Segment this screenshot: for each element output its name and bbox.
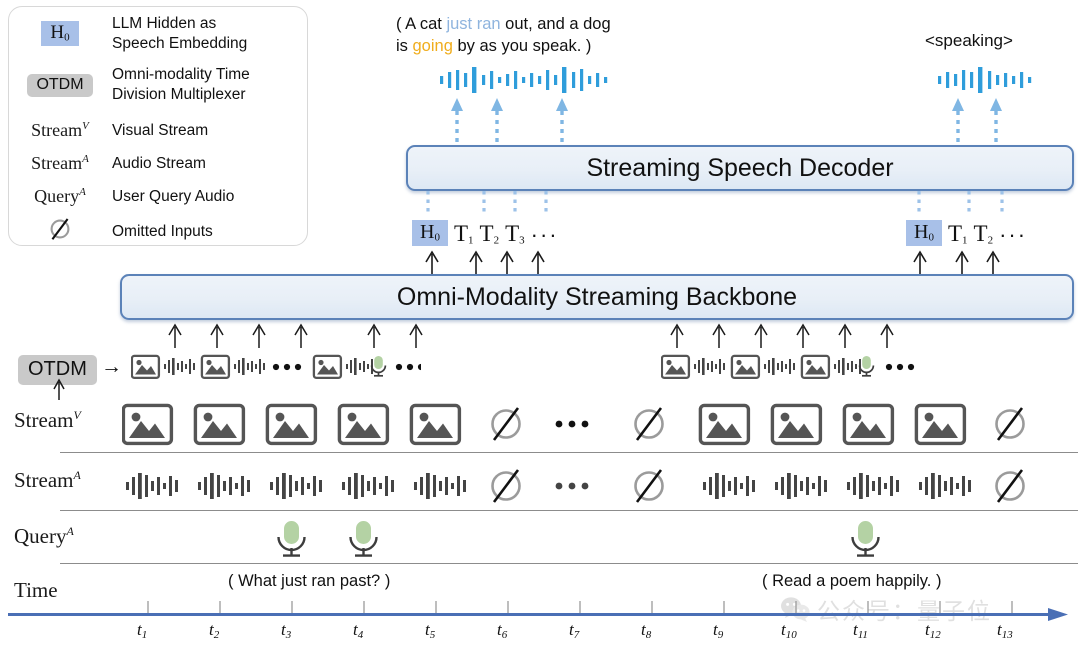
query-a-row (277, 521, 880, 557)
legend-label-omitted: Omitted Inputs (112, 222, 213, 240)
token-t2-left[interactable]: T2 (480, 222, 500, 246)
tick-label-t10: t10 (781, 620, 797, 641)
legend-symbol-omitted (8, 216, 112, 247)
legend-chip-otdm: OTDM (27, 73, 93, 97)
token-t2-right[interactable]: T2 (974, 222, 994, 246)
output-caption-right: <speaking> (925, 31, 1013, 50)
otdm-sequence-left (131, 354, 421, 380)
legend-symbol-query-a: QueryA (34, 186, 86, 206)
caption-highlight-going: going (412, 36, 453, 55)
tick-label-t4: t4 (353, 620, 364, 641)
legend-item-query-a: QueryA User Query Audio (8, 186, 308, 207)
legend-label-hidden: LLM Hidden as Speech Embedding (112, 15, 248, 52)
backbone-title: Omni-Modality Streaming Backbone (396, 282, 798, 311)
legend-symbol-stream-a: StreamA (31, 153, 89, 173)
token-hidden-right[interactable]: H0 (906, 220, 942, 247)
legend-label-query-a: User Query Audio (112, 187, 235, 205)
token-t1-left[interactable]: T1 (454, 222, 474, 246)
output-caption-left: ( A cat just ran out, and a dog is going… (396, 14, 611, 58)
divider-query-a (60, 563, 1078, 565)
decoder-output-arrows-right (952, 98, 1002, 142)
token-t1-right[interactable]: T1 (948, 222, 968, 246)
tick-label-t13: t13 (997, 620, 1013, 641)
decoder-output-arrows (451, 98, 568, 142)
token-ellipsis-left: ··· (530, 222, 559, 248)
token-t3-left[interactable]: T3 (505, 222, 525, 246)
legend-item-stream-v: StreamV Visual Stream (8, 120, 308, 141)
tick-label-t9: t9 (713, 620, 724, 641)
microphone-icon (851, 521, 880, 557)
diagram-root: H0 LLM Hidden as Speech Embedding OTDM Om… (0, 0, 1080, 647)
query-caption-left: ( What just ran past? ) (228, 572, 391, 590)
legend-item-stream-a: StreamA Audio Stream (8, 153, 308, 174)
stream-a-row (126, 469, 1025, 503)
legend-symbol-otdm: OTDM (8, 73, 112, 97)
tick-label-t2: t2 (209, 620, 220, 641)
legend-item-hidden: H0 LLM Hidden as Speech Embedding (8, 14, 308, 54)
tick-label-t7: t7 (569, 620, 580, 641)
legend-label-stream-v: Visual Stream (112, 121, 209, 139)
tick-label-t6: t6 (497, 620, 508, 641)
microphone-icon (858, 356, 875, 377)
row-label-query-a: QueryA (14, 524, 74, 548)
query-caption-right: ( Read a poem happily. ) (762, 572, 942, 590)
tick-label-t3: t3 (281, 620, 292, 641)
caption-post-1: out, and a dog (500, 15, 611, 33)
token-group-left: H0 T1 T2 T3 ··· (412, 220, 559, 248)
caption-highlight-just-ran: just ran (446, 15, 501, 33)
row-label-stream-v: StreamV (14, 408, 81, 432)
legend-symbol-h0: H0 (8, 21, 112, 47)
omitted-icon (491, 407, 521, 441)
row-label-time: Time (14, 578, 58, 602)
caption-pre-2: is (396, 36, 413, 55)
token-ellipsis-right: ··· (999, 222, 1028, 248)
backbone-to-token-arrows-right (913, 250, 1000, 276)
microphone-icon (370, 356, 387, 377)
streaming-speech-decoder-box[interactable]: Streaming Speech Decoder (406, 145, 1074, 191)
legend-item-omitted: Omitted Inputs (8, 216, 308, 247)
row-label-stream-a: StreamA (14, 468, 81, 492)
otdm-to-backbone-arrows (168, 323, 894, 348)
omitted-icon (634, 407, 664, 441)
microphone-icon (349, 521, 378, 557)
omitted-icon (995, 407, 1025, 441)
legend-label-otdm: Omni-modality Time Division Multiplexer (112, 66, 250, 103)
otdm-sequence-right (661, 354, 915, 380)
backbone-to-token-arrows-left (425, 250, 545, 276)
omitted-icon (50, 218, 70, 240)
tick-label-t5: t5 (425, 620, 436, 641)
token-hidden-left[interactable]: H0 (412, 220, 448, 247)
tick-label-t11: t11 (853, 620, 868, 641)
token-to-decoder-arrows (426, 191, 1004, 215)
microphone-icon (277, 521, 306, 557)
tick-label-t1: t1 (137, 620, 148, 641)
tick-label-t8: t8 (641, 620, 652, 641)
speech-waveform-left (440, 67, 608, 93)
stream-v-row (122, 403, 1025, 446)
legend-item-otdm: OTDM Omni-modality Time Division Multiple… (8, 65, 308, 105)
otdm-source-arrow (53, 378, 65, 400)
decoder-title: Streaming Speech Decoder (586, 153, 894, 182)
legend-label-stream-a: Audio Stream (112, 154, 206, 172)
otdm-arrow-icon: → (101, 355, 122, 378)
tick-label-t12: t12 (925, 620, 941, 641)
speech-waveform-right (938, 67, 1032, 93)
token-group-right: H0 T1 T2 ··· (906, 220, 1028, 248)
time-axis-ticks (147, 601, 1013, 613)
omni-modality-backbone-box[interactable]: Omni-Modality Streaming Backbone (120, 274, 1074, 320)
caption-post-2: by as you speak. ) (452, 36, 592, 55)
legend-symbol-stream-v: StreamV (31, 120, 89, 140)
divider-stream-v (60, 452, 1078, 454)
divider-stream-a (60, 510, 1078, 512)
caption-pre-1: ( A cat (396, 15, 447, 33)
